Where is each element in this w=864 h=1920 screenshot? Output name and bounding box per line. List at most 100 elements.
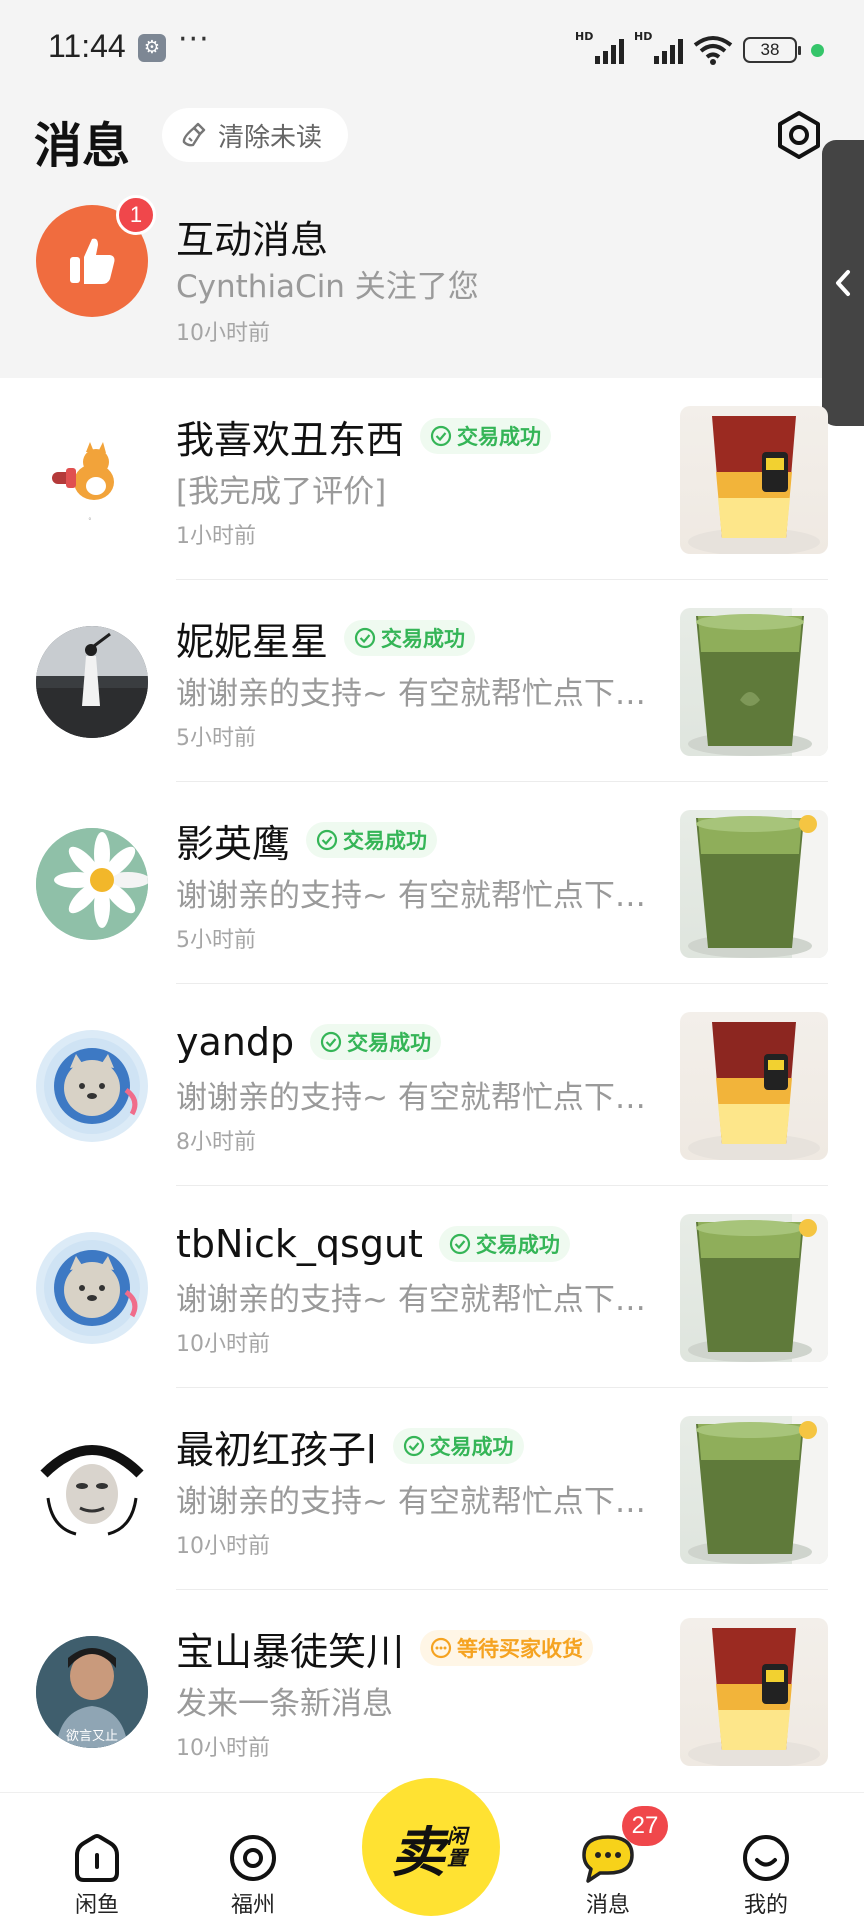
privacy-indicator — [811, 43, 824, 57]
status-indicators: HD HD 38 — [575, 30, 824, 68]
contact-name: tbNick_qsgut — [176, 1222, 423, 1266]
conversation-row[interactable]: yandp 交易成功 谢谢亲的支持~ 有空就帮忙点下… 8小时前 — [0, 984, 864, 1186]
tab-local-label: 福州 — [230, 1893, 275, 1918]
message-preview: 发来一条新消息 — [176, 1686, 393, 1722]
interaction-messages-item[interactable]: 1 互动消息 CynthiaCin 关注了您 10小时前 — [0, 195, 864, 375]
conversation-header: yandp 交易成功 — [176, 1016, 442, 1068]
status-badge: 交易成功 — [310, 1024, 442, 1060]
contact-name: 最初红孩子l — [176, 1427, 377, 1472]
broom-icon — [182, 122, 206, 147]
wrench-icon: ⚙ — [138, 34, 166, 62]
tab-local[interactable]: 福州 — [198, 1833, 308, 1919]
product-thumbnail[interactable] — [680, 1214, 828, 1362]
check-circle-icon — [449, 1233, 471, 1255]
avatar: 欲言又止 — [36, 1636, 148, 1748]
page-title: 消息 — [34, 118, 131, 174]
conversation-row[interactable]: tbNick_qsgut 交易成功 谢谢亲的支持~ 有空就帮忙点下… 10小时前 — [0, 1186, 864, 1388]
status-badge: 交易成功 — [438, 1226, 570, 1262]
check-circle-icon — [316, 829, 338, 851]
sell-sub-label: 闲置 — [447, 1824, 467, 1870]
interaction-title: 互动消息 — [176, 218, 329, 262]
message-time: 10小时前 — [176, 1332, 270, 1357]
conversation-row[interactable]: 妮妮星星 交易成功 谢谢亲的支持~ 有空就帮忙点下… 5小时前 — [0, 580, 864, 782]
tab-me[interactable]: 我的 — [711, 1833, 821, 1919]
check-circle-icon — [354, 627, 376, 649]
location-icon — [230, 1835, 276, 1881]
status-badge: 等待买家收货 — [420, 1630, 594, 1666]
message-time: 10小时前 — [176, 1736, 270, 1761]
status-badge: 交易成功 — [344, 620, 476, 656]
conversation-list: 。 我喜欢丑东西 交易成功 [我完成了评价] 1小时前 妮妮星星 交易成功 谢谢… — [0, 378, 864, 1792]
message-preview: [我完成了评价] — [176, 474, 387, 510]
avatar — [36, 1030, 148, 1142]
message-preview: 谢谢亲的支持~ 有空就帮忙点下… — [176, 676, 646, 712]
contact-name: 宝山暴徒笑川 — [176, 1629, 405, 1674]
conversation-header: 宝山暴徒笑川 等待买家收货 — [176, 1622, 594, 1674]
conversation-row[interactable]: 影英鹰 交易成功 谢谢亲的支持~ 有空就帮忙点下… 5小时前 — [0, 782, 864, 984]
interaction-unread-badge: 1 — [116, 195, 156, 235]
sell-label: 卖 — [391, 1820, 445, 1884]
check-circle-icon — [321, 1031, 342, 1053]
wifi-icon — [693, 36, 733, 65]
tab-me-label: 我的 — [743, 1893, 788, 1918]
tab-messages-label: 消息 — [585, 1893, 630, 1918]
settings-icon[interactable] — [774, 110, 824, 160]
interaction-time: 10小时前 — [176, 321, 270, 346]
avatar — [36, 626, 148, 738]
message-time: 1小时前 — [176, 524, 256, 549]
contact-name: 影英鹰 — [176, 821, 291, 866]
status-more-dots: ··· — [178, 22, 210, 57]
status-time: 11:44 — [48, 28, 126, 64]
clear-unread-button[interactable]: 清除未读 — [162, 108, 348, 162]
message-time: 8小时前 — [176, 1130, 256, 1155]
battery-icon: 38 — [743, 37, 801, 63]
avatar — [36, 828, 148, 940]
conversation-header: 最初红孩子l 交易成功 — [176, 1420, 524, 1472]
chevron-left-icon — [836, 270, 850, 296]
conversation-header: 妮妮星星 交易成功 — [176, 612, 476, 664]
sell-idle-button[interactable]: 卖 闲置 — [362, 1778, 500, 1916]
avatar: 。 — [36, 424, 148, 536]
check-circle-icon — [430, 425, 452, 447]
product-thumbnail[interactable] — [680, 406, 828, 554]
home-icon — [75, 1834, 119, 1882]
conversation-header: 影英鹰 交易成功 — [176, 814, 438, 866]
clear-unread-label: 清除未读 — [218, 122, 323, 153]
status-badge: 交易成功 — [392, 1428, 524, 1464]
contact-name: 我喜欢丑东西 — [176, 417, 405, 462]
pending-icon — [430, 1637, 452, 1659]
message-time: 5小时前 — [176, 928, 256, 953]
conversation-row[interactable]: 最初红孩子l 交易成功 谢谢亲的支持~ 有空就帮忙点下… 10小时前 — [0, 1388, 864, 1590]
svg-text:。: 。 — [89, 513, 96, 521]
message-time: 10小时前 — [176, 1534, 270, 1559]
contact-name: yandp — [176, 1020, 295, 1064]
status-badge: 交易成功 — [420, 418, 552, 454]
smile-icon — [743, 1835, 789, 1881]
conversation-row[interactable]: 。 我喜欢丑东西 交易成功 [我完成了评价] 1小时前 — [0, 378, 864, 580]
product-thumbnail[interactable] — [680, 810, 828, 958]
conversation-row[interactable]: 欲言又止 宝山暴徒笑川 等待买家收货 发来一条新消息 10小时前 — [0, 1590, 864, 1792]
message-preview: 谢谢亲的支持~ 有空就帮忙点下… — [176, 1080, 646, 1116]
message-time: 5小时前 — [176, 726, 256, 751]
message-preview: 谢谢亲的支持~ 有空就帮忙点下… — [176, 1282, 646, 1318]
status-badge: 交易成功 — [306, 822, 438, 858]
conversation-header: 我喜欢丑东西 交易成功 — [176, 410, 552, 462]
interaction-subtitle: CynthiaCin 关注了您 — [176, 269, 479, 305]
product-thumbnail[interactable] — [680, 608, 828, 756]
messages-unread-badge: 27 — [622, 1806, 668, 1846]
product-thumbnail[interactable] — [680, 1012, 828, 1160]
status-bar: 11:44 ⚙ ··· HD HD 38 — [0, 0, 864, 100]
contact-name: 妮妮星星 — [176, 619, 329, 664]
avatar-caption: 欲言又止 — [66, 1728, 118, 1744]
product-thumbnail[interactable] — [680, 1618, 828, 1766]
tab-home-label: 闲鱼 — [74, 1893, 119, 1918]
check-circle-icon — [403, 1435, 424, 1457]
avatar — [36, 1232, 148, 1344]
product-thumbnail[interactable] — [680, 1416, 828, 1564]
message-preview: 谢谢亲的支持~ 有空就帮忙点下… — [176, 1484, 646, 1520]
signal-icon: HD — [575, 30, 624, 64]
conversation-header: tbNick_qsgut 交易成功 — [176, 1218, 570, 1270]
avatar — [36, 1434, 148, 1546]
tab-home[interactable]: 闲鱼 — [42, 1833, 152, 1919]
message-preview: 谢谢亲的支持~ 有空就帮忙点下… — [176, 878, 646, 914]
